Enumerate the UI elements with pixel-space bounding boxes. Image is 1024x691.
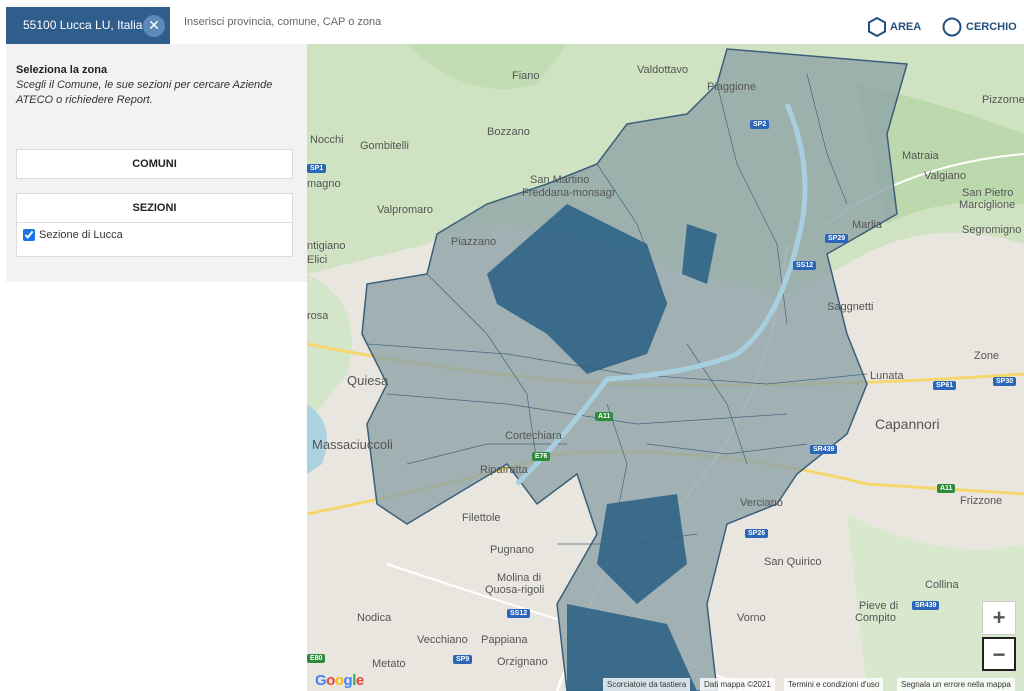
map-canvas <box>307 44 1024 691</box>
road-shield: SS12 <box>793 261 817 270</box>
place-label: Matraia <box>902 150 939 162</box>
place-label: Fiano <box>512 70 540 82</box>
circle-tool-label: CERCHIO <box>966 21 1017 33</box>
hexagon-icon <box>868 17 886 37</box>
area-tool-label: AREA <box>890 21 922 33</box>
place-label: Zone <box>974 350 1000 362</box>
road-shield: SS12 <box>507 609 531 618</box>
place-label: Capannori <box>875 416 940 432</box>
circle-icon <box>942 17 962 37</box>
road-shield: E76 <box>532 452 551 461</box>
area-tool-button[interactable]: AREA <box>868 16 921 38</box>
place-label: Lunata <box>870 370 904 382</box>
sezione-checkbox[interactable] <box>23 229 35 241</box>
road-shield: SR439 <box>810 445 838 454</box>
close-icon[interactable]: ✕ <box>143 15 165 37</box>
zoom-in-button[interactable]: + <box>982 601 1016 635</box>
place-label: Piazzano <box>451 236 497 248</box>
road-shield: E80 <box>307 654 326 663</box>
place-label: San Pietro <box>962 187 1014 199</box>
search-input[interactable] <box>176 12 612 32</box>
place-label: Saggnetti <box>827 301 874 313</box>
report-error-link[interactable]: Segnala un errore nella mappa <box>897 678 1015 691</box>
place-label: Bozzano <box>487 126 530 138</box>
sezione-label: Sezione di Lucca <box>39 229 123 241</box>
place-label: Valdottavo <box>637 64 689 76</box>
place-label: Metato <box>372 658 406 670</box>
place-label: Nodica <box>357 612 392 624</box>
comuni-header[interactable]: COMUNI <box>17 150 292 178</box>
place-label: Cortechiara <box>505 430 562 442</box>
place-label: Frizzone <box>960 495 1003 507</box>
place-label: Molina di <box>497 572 542 584</box>
place-label: Ripafratta <box>480 464 528 476</box>
road-shield: SP9 <box>453 655 473 664</box>
place-label: Vecchiano <box>417 634 468 646</box>
place-label: Verciano <box>740 497 783 509</box>
selected-area-chip[interactable]: 55100 Lucca LU, Italia ✕ <box>6 7 170 44</box>
place-label: Orzignano <box>497 656 548 668</box>
place-label: Compito <box>855 612 896 624</box>
place-label: Pieve di <box>859 600 899 612</box>
map-data-label: Dati mappa ©2021 <box>700 678 775 691</box>
terms-link[interactable]: Termini e condizioni d'uso <box>784 678 884 691</box>
road-shield: A11 <box>937 484 956 493</box>
place-label: San Martino <box>530 174 590 186</box>
place-label: Marlia <box>852 219 882 231</box>
place-label: rosa <box>307 310 329 322</box>
place-label: Piaggione <box>707 81 756 93</box>
place-label: Freddana-monsagr <box>522 187 616 199</box>
road-shield: SR439 <box>912 601 940 610</box>
circle-tool-button[interactable]: CERCHIO <box>942 16 1017 38</box>
place-label: Nocchi <box>310 134 344 146</box>
place-label: magno <box>307 178 341 190</box>
place-label: Elici <box>307 254 328 266</box>
zoom-out-button[interactable]: − <box>982 637 1016 671</box>
road-shield: SP61 <box>933 381 957 390</box>
road-shield: SP26 <box>745 529 769 538</box>
place-label: Marciglione <box>959 199 1016 211</box>
place-label: Pugnano <box>490 544 535 556</box>
road-shield: SP30 <box>993 377 1017 386</box>
place-label: Pappiana <box>481 634 528 646</box>
place-label: Quiesa <box>347 373 389 388</box>
google-logo: Google <box>315 672 364 689</box>
place-label: Vorno <box>737 612 766 624</box>
place-label: Segromigno <box>962 224 1022 236</box>
zone-selection-panel: Seleziona la zona Scegli il Comune, le s… <box>6 44 307 282</box>
place-label: Pizzorne <box>982 94 1024 106</box>
place-label: Massaciuccoli <box>312 437 393 452</box>
place-label: Quosa-rigoli <box>485 584 545 596</box>
road-shield: SP1 <box>307 164 327 173</box>
place-label: ntigiano <box>307 240 346 252</box>
selected-area-label: 55100 Lucca LU, Italia <box>23 18 143 32</box>
road-shield: SP2 <box>750 120 770 129</box>
panel-description: Scegli il Comune, le sue sezioni per cer… <box>16 79 273 106</box>
place-label: San Quirico <box>764 556 822 568</box>
panel-title: Seleziona la zona <box>16 64 108 76</box>
place-label: Gombitelli <box>360 140 409 152</box>
place-label: Collina <box>925 579 959 591</box>
sezioni-section: SEZIONI Sezione di Lucca <box>16 193 293 257</box>
comuni-section[interactable]: COMUNI <box>16 149 293 179</box>
place-label: Valpromaro <box>377 204 434 216</box>
sezioni-header[interactable]: SEZIONI <box>17 194 292 222</box>
road-shield: A11 <box>595 412 614 421</box>
map-view[interactable]: Valdottavo Fiano Piaggione Pizzorne Nocc… <box>307 44 1024 691</box>
keyboard-shortcuts-link[interactable]: Scorciatoie da tastiera <box>603 678 691 691</box>
place-label: Filettole <box>462 512 501 524</box>
list-item[interactable]: Sezione di Lucca <box>17 222 292 256</box>
place-label: Valgiano <box>924 170 966 182</box>
top-bar: 55100 Lucca LU, Italia ✕ AREA CERCHIO <box>0 0 1024 44</box>
road-shield: SP29 <box>825 234 849 243</box>
